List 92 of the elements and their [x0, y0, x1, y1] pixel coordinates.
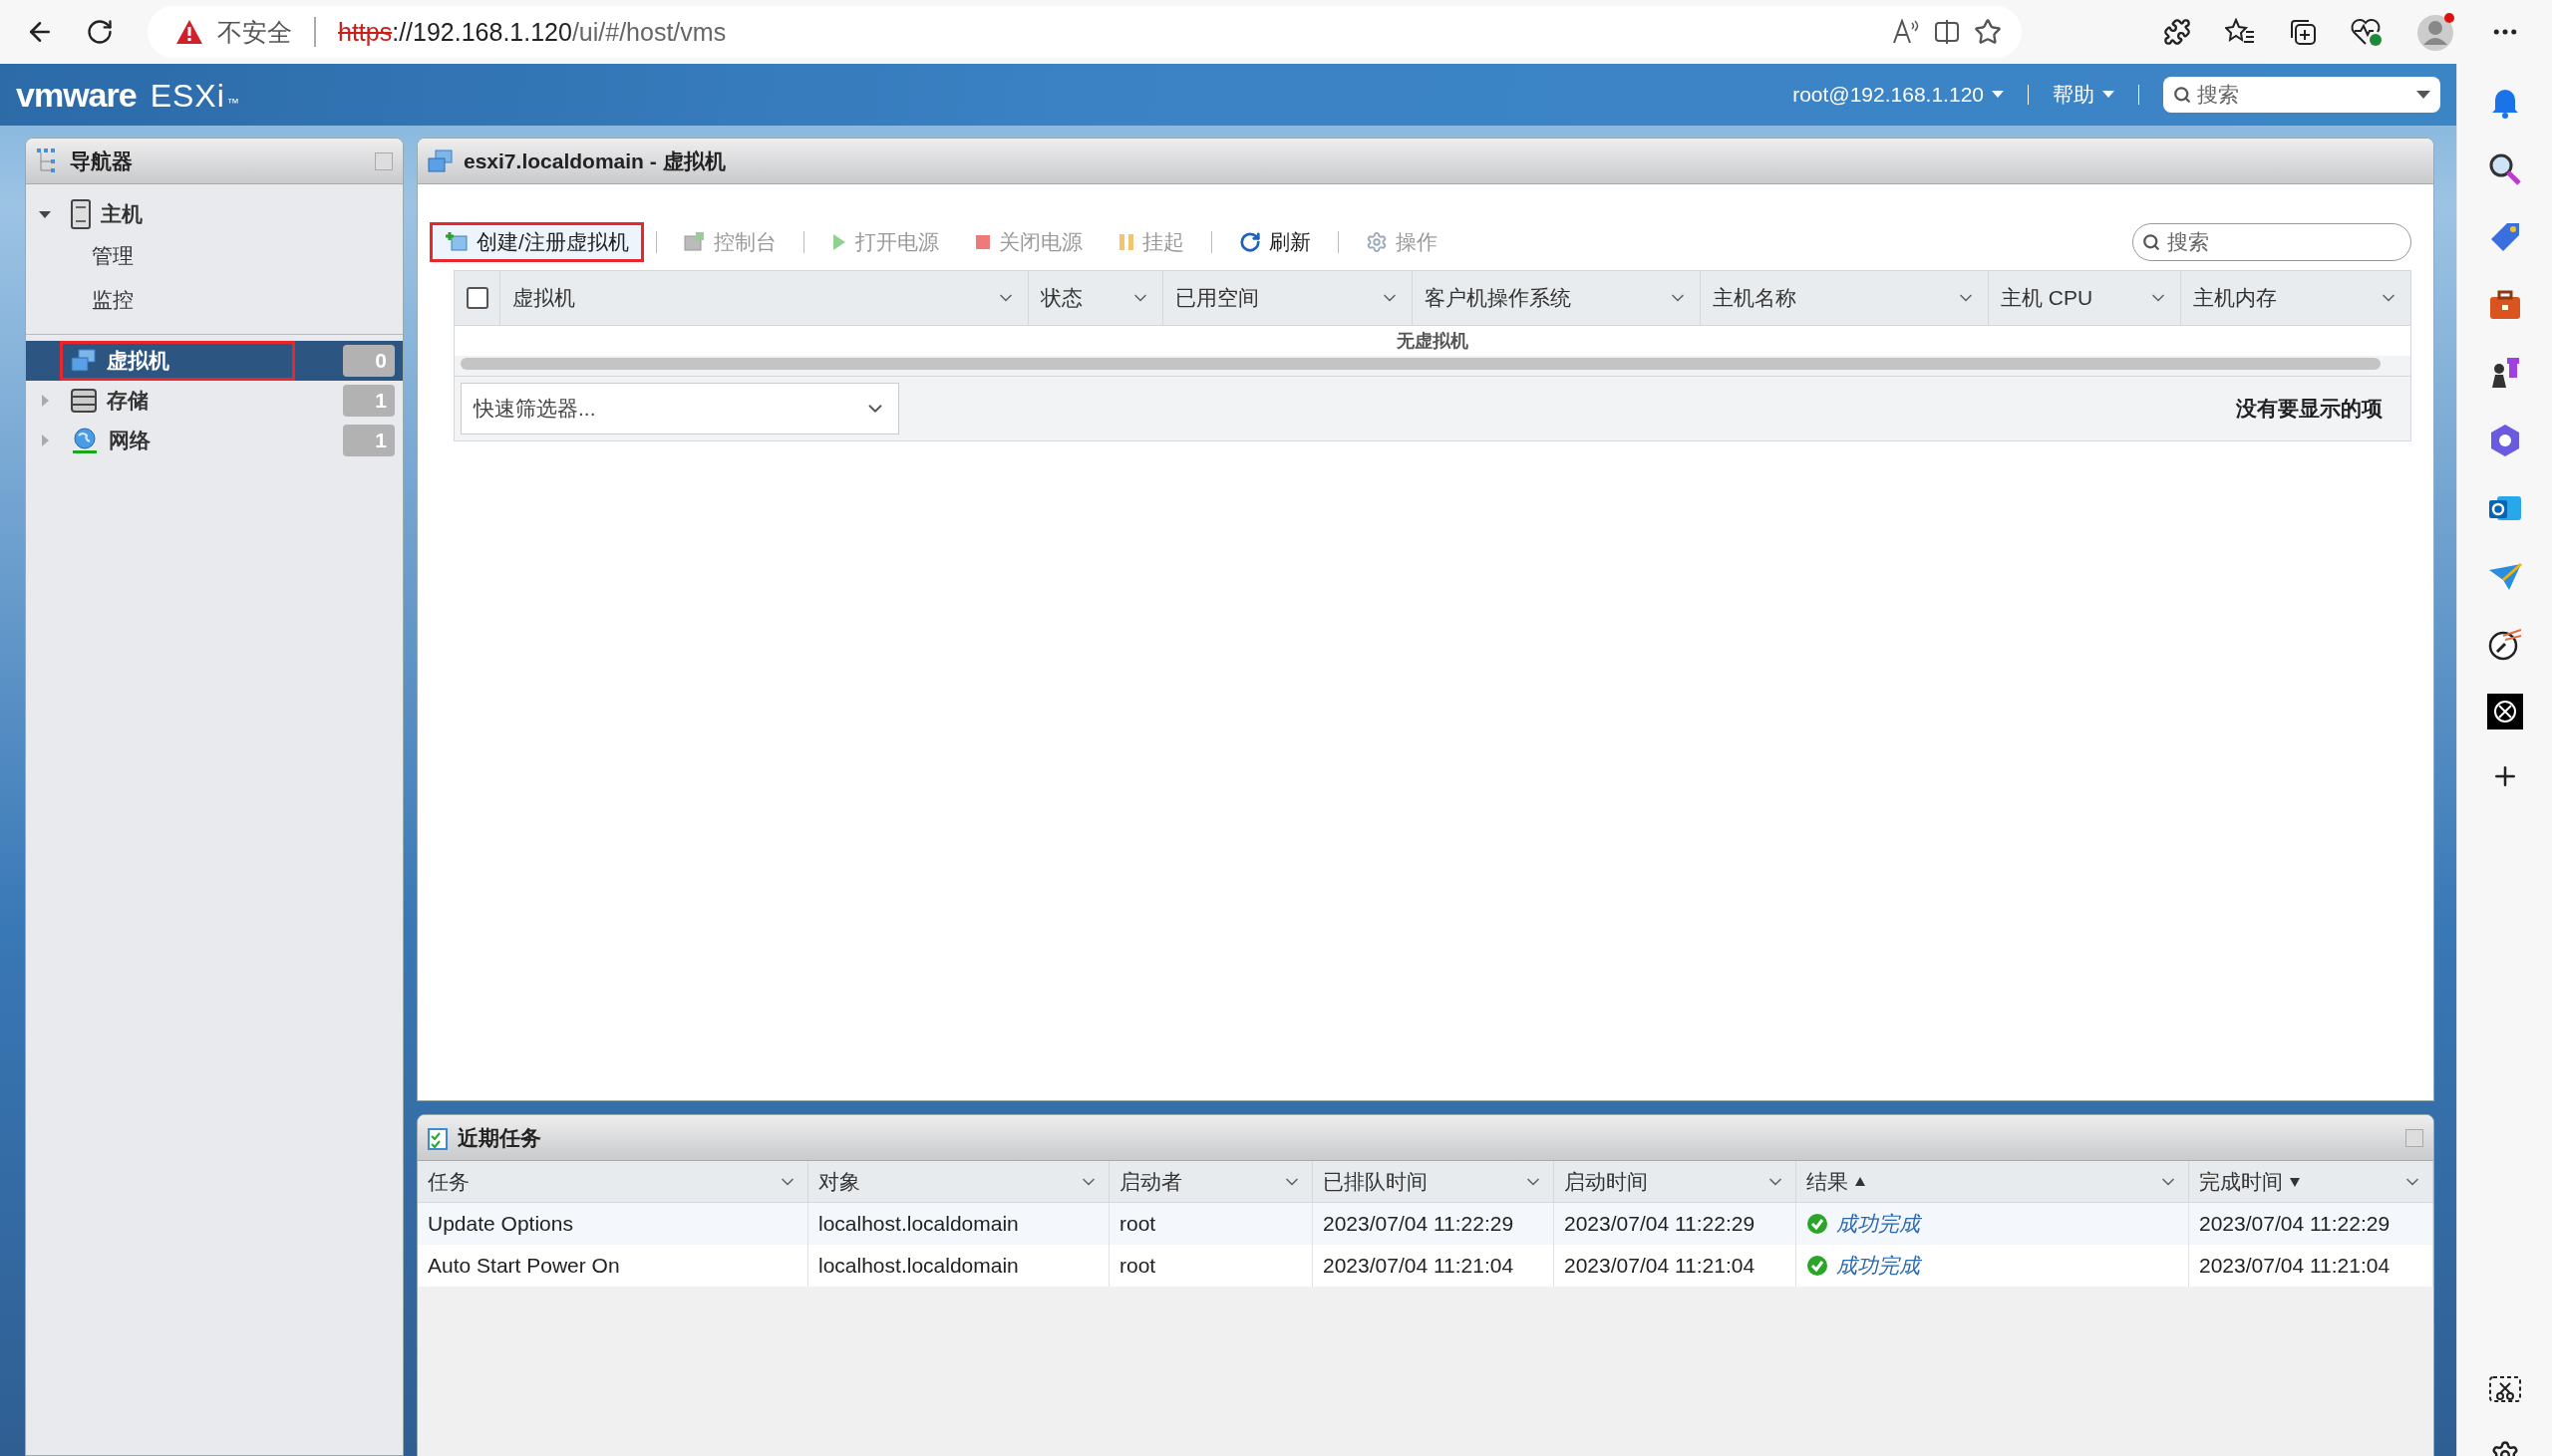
- table-cell: Update Options: [418, 1203, 808, 1245]
- column-header[interactable]: 主机内存: [2180, 271, 2410, 325]
- table-cell: root: [1110, 1203, 1313, 1245]
- table-cell: 2023/07/04 11:22:29: [1554, 1203, 1796, 1245]
- help-menu[interactable]: 帮助: [2053, 81, 2114, 109]
- storage-icon: [71, 389, 97, 413]
- virtual-machine-icon: [428, 148, 454, 173]
- collections-icon[interactable]: [2289, 18, 2317, 46]
- console-icon: [683, 231, 706, 253]
- sort-ascending-icon: [1854, 1175, 1866, 1188]
- column-header[interactable]: 启动时间: [1554, 1161, 1796, 1203]
- column-header[interactable]: 已用空间: [1162, 271, 1412, 325]
- reload-icon: [86, 18, 114, 46]
- drawing-hand-icon[interactable]: [2486, 626, 2523, 662]
- create-vm-icon: [445, 231, 469, 253]
- nav-item-label: 存储: [107, 388, 149, 414]
- empty-message: 无虚拟机: [1397, 330, 1468, 353]
- settings-icon: [1365, 231, 1388, 253]
- horizontal-scrollbar[interactable]: [461, 358, 2381, 370]
- nav-item[interactable]: 网络 1: [26, 421, 403, 460]
- favorites-icon[interactable]: [2225, 18, 2255, 46]
- nav-item[interactable]: 主机: [26, 194, 403, 234]
- search-icon: [2173, 86, 2191, 104]
- table-cell: root: [1110, 1245, 1313, 1287]
- count-badge: 1: [343, 425, 395, 456]
- panel-title: esxi7.localdomain - 虚拟机: [464, 147, 726, 174]
- nav-item-label: 虚拟机: [107, 348, 169, 374]
- heart-pulse-icon[interactable]: [2351, 17, 2383, 47]
- column-header[interactable]: 虚拟机: [499, 271, 1028, 325]
- column-header[interactable]: 结果: [1796, 1161, 2189, 1203]
- clipboard-check-icon: [428, 1125, 448, 1150]
- column-header[interactable]: 主机名称: [1700, 271, 1988, 325]
- virtual-machine-icon: [71, 349, 97, 373]
- search-field[interactable]: 搜索: [2163, 77, 2440, 113]
- nav-item-label: 主机: [101, 201, 143, 227]
- nav-subitem[interactable]: 管理: [26, 234, 403, 278]
- table-cell: 2023/07/04 11:21:04: [1313, 1245, 1554, 1287]
- warning-icon: [175, 19, 203, 45]
- panel-title: 导航器: [70, 147, 133, 174]
- security-label: 不安全: [217, 16, 292, 48]
- check-circle-icon: [1806, 1213, 1828, 1235]
- favorite-star-icon[interactable]: [1974, 18, 2002, 46]
- knot-logo-icon[interactable]: [2486, 694, 2523, 729]
- column-header[interactable]: 已排队时间: [1313, 1161, 1554, 1203]
- result-link[interactable]: 成功完成: [1836, 1252, 1920, 1280]
- stop-icon: [974, 234, 991, 250]
- count-badge: 0: [343, 345, 395, 377]
- nav-subitem[interactable]: 监控: [26, 278, 403, 322]
- column-header[interactable]: 客户机操作系统: [1412, 271, 1700, 325]
- toolbar-button[interactable]: 刷新: [1223, 222, 1326, 262]
- column-header[interactable]: 启动者: [1110, 1161, 1313, 1203]
- address-bar[interactable]: 不安全 https://192.168.1.120/ui/#/host/vms: [148, 6, 2022, 58]
- quick-filter-dropdown[interactable]: 快速筛选器...: [461, 383, 899, 435]
- nav-item[interactable]: 虚拟机 0: [26, 341, 403, 381]
- column-header[interactable]: 对象: [808, 1161, 1110, 1203]
- column-header[interactable]: 完成时间: [2189, 1161, 2433, 1203]
- read-aloud-icon[interactable]: [1892, 19, 1920, 45]
- table-cell: localhost.localdomain: [808, 1245, 1110, 1287]
- column-header[interactable]: 任务: [418, 1161, 808, 1203]
- toolbar-button[interactable]: 创建/注册虚拟机: [430, 222, 644, 262]
- table-cell: 2023/07/04 11:22:29: [2189, 1203, 2433, 1245]
- avatar-icon[interactable]: [2416, 12, 2456, 52]
- count-badge: 1: [343, 385, 395, 417]
- sort-descending-icon: [2289, 1175, 2301, 1188]
- refresh-icon: [1238, 231, 1261, 253]
- split-screen-icon[interactable]: [1934, 19, 1960, 45]
- globe-icon: [71, 427, 99, 454]
- table-cell: 2023/07/04 11:21:04: [2189, 1245, 2433, 1287]
- column-header[interactable]: 主机 CPU: [1988, 271, 2180, 325]
- search-field[interactable]: 搜索: [2132, 223, 2411, 261]
- play-icon: [830, 232, 847, 252]
- extensions-icon[interactable]: [2163, 18, 2191, 46]
- table-cell: localhost.localdomain: [808, 1203, 1110, 1245]
- select-all-checkbox[interactable]: [466, 287, 488, 309]
- caret-icon: [1992, 91, 2004, 99]
- nav-item-label: 网络: [109, 428, 151, 453]
- pause-icon: [1117, 233, 1134, 251]
- table-cell: 2023/07/04 11:22:29: [1313, 1203, 1554, 1245]
- nav-item[interactable]: 存储 1: [26, 381, 403, 421]
- caret-icon: [2102, 91, 2114, 99]
- column-header[interactable]: 状态: [1028, 271, 1162, 325]
- caret-icon[interactable]: [2416, 91, 2430, 99]
- table-cell: Auto Start Power On: [418, 1245, 808, 1287]
- url-text: https://192.168.1.120/ui/#/host/vms: [338, 17, 728, 47]
- check-circle-icon: [1806, 1255, 1828, 1277]
- item-count-text: 没有要显示的项: [2236, 396, 2383, 422]
- panel-title: 近期任务: [458, 1124, 541, 1151]
- table-cell: 2023/07/04 11:21:04: [1554, 1245, 1796, 1287]
- result-link[interactable]: 成功完成: [1836, 1210, 1920, 1238]
- server-icon: [71, 199, 91, 229]
- search-icon: [2142, 233, 2160, 251]
- user-menu[interactable]: root@192.168.1.120: [1792, 83, 2004, 107]
